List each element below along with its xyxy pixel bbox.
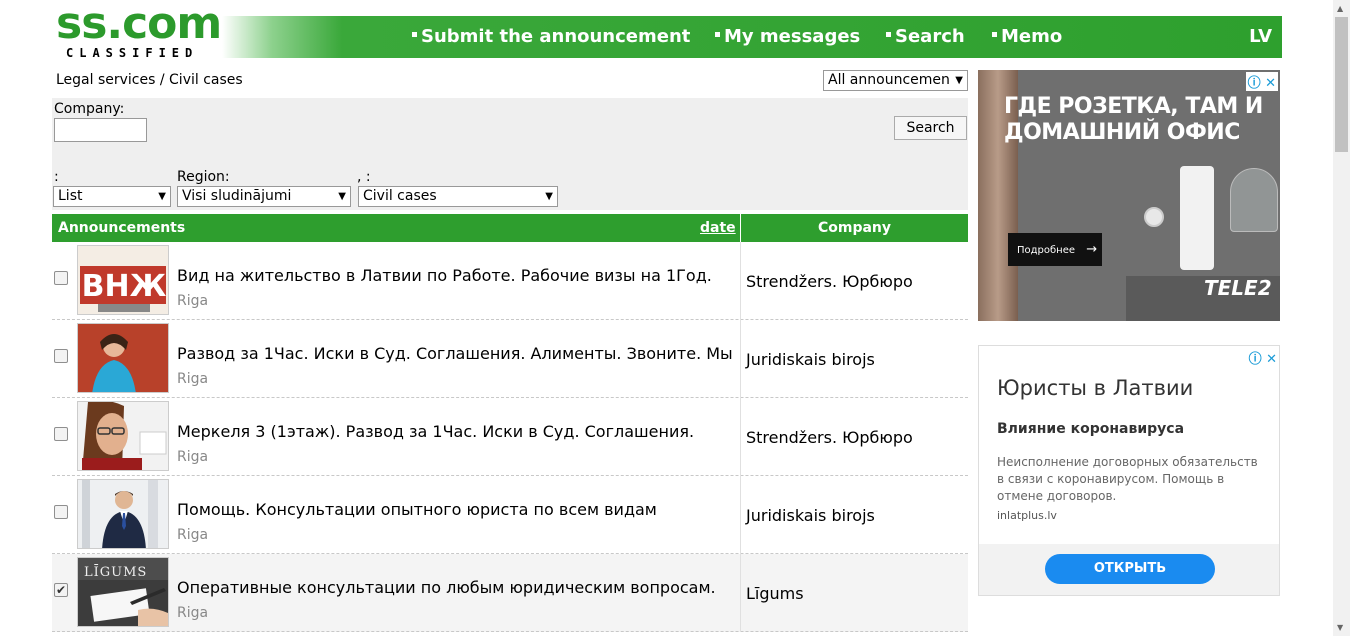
table-row[interactable]: ✔ LĪGUMS Оперативные консультации по люб… (52, 554, 968, 632)
announcement-type-select[interactable]: All announcemen ▼ (823, 70, 968, 91)
ad-url[interactable]: inlatplus.lv (997, 509, 1057, 522)
ad-router-graphic (1180, 166, 1214, 270)
ad-headline: ГДЕ РОЗЕТКА, ТАМ И ДОМАШНИЙ ОФИС (1004, 94, 1263, 145)
row-checkbox[interactable] (54, 271, 68, 285)
ad-banner-lawyers[interactable]: ⓘ ✕ Юристы в Латвии Влияние коронавируса… (978, 345, 1280, 596)
dropdown-arrow-icon: ▼ (545, 191, 553, 202)
dropdown-arrow-icon: ▼ (955, 75, 963, 86)
row-checkbox[interactable] (54, 505, 68, 519)
row-checkbox-checked[interactable]: ✔ (54, 583, 68, 597)
announcement-title[interactable]: Развод за 1Час. Иски в Суд. Соглашения. … (177, 344, 737, 363)
view-label: : (54, 169, 59, 185)
ad-dome-graphic (1230, 168, 1278, 232)
ad-socket-graphic (1144, 207, 1164, 227)
logo-subtitle: CLASSIFIED (66, 46, 199, 60)
company-input[interactable] (54, 118, 147, 142)
table-row[interactable]: Помощь. Консультации опытного юриста по … (52, 476, 968, 554)
announcement-city: Riga (177, 449, 209, 465)
ad-more-button[interactable]: Подробнее → (1008, 233, 1102, 266)
announcement-company[interactable]: Strendžers. Юрбюро (746, 272, 913, 291)
bullet-icon (715, 31, 720, 37)
dropdown-arrow-icon: ▼ (158, 191, 166, 202)
column-divider (740, 242, 741, 320)
nav-search[interactable]: Search (886, 26, 965, 47)
logo-text: ss.com (56, 0, 222, 49)
row-checkbox[interactable] (54, 427, 68, 441)
column-divider (740, 398, 741, 476)
ad-body-text: Неисполнение договорных обязательств в с… (997, 455, 1258, 503)
table-header: Announcements date Company (52, 214, 968, 242)
announcement-company[interactable]: Līgums (746, 584, 804, 603)
announcement-company[interactable]: Juridiskais birojs (746, 350, 875, 369)
ad-choices-icon[interactable]: ⓘ ✕ (1249, 348, 1277, 367)
ad-title[interactable]: Юристы в Латвии (997, 376, 1193, 400)
filter-panel: Company: Search : List ▼ Region: Visi sl… (52, 98, 968, 210)
ad-subtitle: Влияние коронавируса (997, 421, 1185, 437)
row-checkbox[interactable] (54, 349, 68, 363)
announcement-thumbnail[interactable] (77, 401, 169, 471)
ad-open-button[interactable]: ОТКРЫТЬ (1045, 554, 1215, 584)
table-row[interactable]: Развод за 1Час. Иски в Суд. Соглашения. … (52, 320, 968, 398)
sort-by-date-link[interactable]: date (700, 220, 736, 236)
bullet-icon (992, 31, 997, 37)
announcement-title[interactable]: Меркеля 3 (1этаж). Развод за 1Час. Иски … (177, 422, 737, 441)
view-select[interactable]: List ▼ (53, 186, 171, 207)
table-row[interactable]: Меркеля 3 (1этаж). Развод за 1Час. Иски … (52, 398, 968, 476)
ad-cta-area: ОТКРЫТЬ (979, 544, 1279, 595)
bullet-icon (886, 31, 891, 37)
search-button[interactable]: Search (894, 116, 967, 140)
column-divider (740, 476, 741, 554)
announcement-city: Riga (177, 605, 209, 621)
arrow-right-icon: → (1086, 242, 1098, 257)
scroll-up-icon[interactable]: ▲ (1337, 4, 1343, 13)
announcement-title[interactable]: Помощь. Консультации опытного юриста по … (177, 500, 737, 519)
category-label: , : (357, 169, 371, 185)
region-label: Region: (177, 169, 230, 185)
announcement-city: Riga (177, 293, 209, 309)
column-divider (740, 320, 741, 398)
main-nav: Submit the announcement My messages Sear… (222, 16, 1282, 58)
nav-my-messages[interactable]: My messages (715, 26, 860, 47)
nav-submit-announcement[interactable]: Submit the announcement (412, 26, 690, 47)
bullet-icon (412, 31, 417, 37)
dropdown-arrow-icon: ▼ (338, 191, 346, 202)
company-label: Company: (54, 101, 125, 117)
category-select[interactable]: Civil cases ▼ (358, 186, 558, 207)
nav-memo[interactable]: Memo (992, 26, 1062, 47)
svg-text:LĪGUMS: LĪGUMS (84, 564, 147, 580)
scroll-down-icon[interactable]: ▼ (1337, 623, 1343, 632)
announcement-city: Riga (177, 527, 209, 543)
site-header: ss.com CLASSIFIED Submit the announcemen… (52, 0, 1282, 62)
scrollbar-thumb[interactable] (1335, 17, 1348, 152)
ad-choices-icon[interactable]: ⓘ ✕ (1245, 72, 1278, 91)
table-row[interactable]: ВНЖ Вид на жительство в Латвии по Работе… (52, 242, 968, 320)
language-switch[interactable]: LV (1249, 26, 1272, 47)
site-logo[interactable]: ss.com CLASSIFIED (56, 2, 231, 61)
announcement-title[interactable]: Вид на жительство в Латвии по Работе. Ра… (177, 266, 737, 285)
column-divider (740, 554, 741, 632)
announcement-company[interactable]: Strendžers. Юрбюро (746, 428, 913, 447)
announcement-thumbnail[interactable]: LĪGUMS (77, 557, 169, 627)
ad-banner-tele2[interactable]: ГДЕ РОЗЕТКА, ТАМ И ДОМАШНИЙ ОФИС Подробн… (978, 70, 1280, 321)
region-select[interactable]: Visi sludinājumi ▼ (177, 186, 351, 207)
svg-text:ВНЖ: ВНЖ (82, 269, 167, 304)
announcement-thumbnail[interactable] (77, 479, 169, 549)
announcement-thumbnail[interactable]: ВНЖ (77, 245, 169, 315)
announcement-thumbnail[interactable] (77, 323, 169, 393)
announcement-title[interactable]: Оперативные консультации по любым юридич… (177, 578, 737, 597)
ad-brand-logo: TELE2 (1204, 276, 1272, 300)
breadcrumb[interactable]: Legal services / Civil cases (56, 72, 243, 88)
page-scrollbar[interactable]: ▲ ▼ (1333, 0, 1350, 636)
column-company: Company (817, 220, 892, 236)
announcement-company[interactable]: Juridiskais birojs (746, 506, 875, 525)
column-announcements: Announcements (58, 220, 186, 236)
announcement-city: Riga (177, 371, 209, 387)
